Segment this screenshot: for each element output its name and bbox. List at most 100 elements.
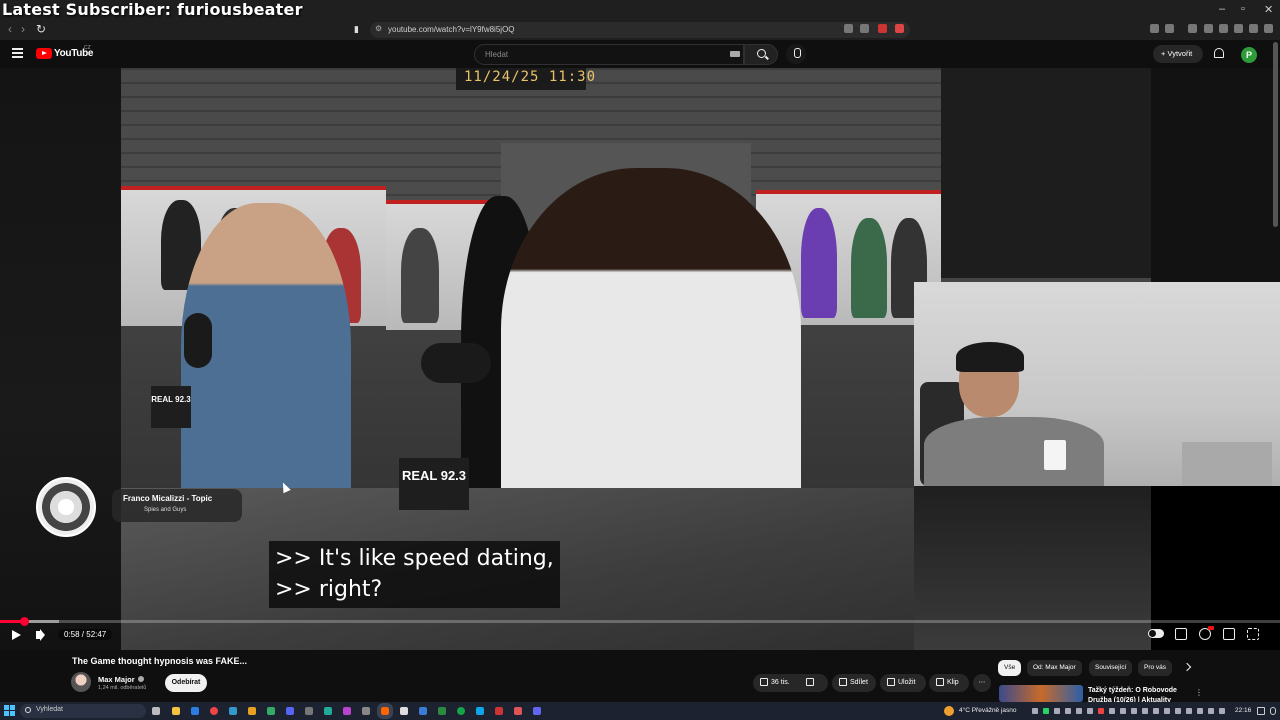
tray-icon[interactable]: [1076, 708, 1082, 714]
chip-from-channel[interactable]: Od: Max Major: [1027, 660, 1082, 676]
tray-icon[interactable]: [1054, 708, 1060, 714]
thumbs-down-icon[interactable]: [805, 677, 814, 686]
battery-icon[interactable]: [1208, 708, 1214, 714]
app-icon[interactable]: [495, 707, 503, 715]
like-count[interactable]: 36 tis.: [771, 679, 790, 686]
share-page-icon[interactable]: [860, 24, 869, 33]
app-icon[interactable]: [267, 707, 275, 715]
notifications-bell-icon[interactable]: [1214, 48, 1224, 58]
discord-icon[interactable]: [286, 707, 294, 715]
extension-alert-icon[interactable]: [895, 24, 904, 33]
recommendation-menu-icon[interactable]: ⋮: [1195, 688, 1203, 697]
whatsapp-icon[interactable]: [1043, 708, 1049, 714]
tray-icon[interactable]: [1065, 708, 1071, 714]
recommendation-thumbnail[interactable]: [999, 685, 1083, 702]
system-clock[interactable]: 22:16: [1235, 707, 1251, 714]
tray-icon[interactable]: [1164, 708, 1170, 714]
extension-brave-icon[interactable]: [878, 24, 887, 33]
fullscreen-icon[interactable]: [1247, 628, 1259, 640]
brave-browser-icon[interactable]: [377, 703, 393, 719]
bookmark-icon[interactable]: ▮: [354, 24, 359, 35]
vpn-icon[interactable]: [1234, 24, 1243, 33]
search-input[interactable]: Hledat: [474, 44, 744, 65]
taskbar-search-input[interactable]: Vyhledat: [20, 704, 146, 718]
shield-icon[interactable]: [1249, 24, 1258, 33]
app-icon[interactable]: [419, 707, 427, 715]
search-button[interactable]: [744, 44, 778, 65]
app-icon[interactable]: [438, 707, 446, 715]
app-icon[interactable]: [362, 707, 370, 715]
channel-avatar[interactable]: [71, 672, 91, 692]
keyboard-icon[interactable]: [730, 51, 740, 57]
hamburger-menu-icon[interactable]: [12, 48, 23, 60]
app-icon[interactable]: [514, 707, 522, 715]
reload-icon[interactable]: ↻: [36, 22, 46, 36]
clip-button[interactable]: Klip: [929, 674, 969, 692]
share-button[interactable]: Sdílet: [832, 674, 876, 692]
menu-icon[interactable]: [1264, 24, 1273, 33]
extension-puzzle-icon[interactable]: [1150, 24, 1159, 33]
app-icon[interactable]: [191, 707, 199, 715]
subscribe-button[interactable]: Odebírat: [165, 674, 207, 692]
site-info-icon[interactable]: ⚙: [375, 24, 382, 33]
app-icon[interactable]: [533, 707, 541, 715]
tray-icon[interactable]: [1219, 708, 1225, 714]
page-scrollbar[interactable]: [1273, 42, 1278, 227]
notification-center-icon[interactable]: [1257, 707, 1265, 715]
tray-icon[interactable]: [1153, 708, 1159, 714]
chrome-icon[interactable]: [210, 707, 218, 715]
tray-icon[interactable]: [1109, 708, 1115, 714]
thumbs-up-icon[interactable]: [760, 677, 768, 686]
youtube-logo-icon[interactable]: [36, 48, 52, 59]
theater-mode-icon[interactable]: [1223, 628, 1235, 640]
network-icon[interactable]: [1186, 708, 1192, 714]
autoplay-toggle[interactable]: [1148, 629, 1164, 638]
save-button[interactable]: Uložit: [880, 674, 926, 692]
media-icon[interactable]: [1188, 24, 1197, 33]
spotify-icon[interactable]: [457, 707, 465, 715]
tray-icon[interactable]: [1175, 708, 1181, 714]
app-icon[interactable]: [400, 707, 408, 715]
chip-for-you[interactable]: Pro vás: [1138, 660, 1173, 676]
weather-icon[interactable]: [944, 706, 954, 716]
weather-text[interactable]: 4°C Převážně jasno: [959, 707, 1017, 714]
volume-tray-icon[interactable]: [1197, 708, 1203, 714]
subtitles-icon[interactable]: [1175, 628, 1187, 640]
play-icon[interactable]: [12, 630, 21, 640]
tray-icon[interactable]: [1098, 708, 1104, 714]
create-button[interactable]: + Vytvořit: [1153, 45, 1203, 63]
sidebar-icon[interactable]: [1165, 24, 1174, 33]
url-field[interactable]: youtube.com/watch?v=lY9fw8i5jOQ: [370, 22, 910, 38]
account-avatar[interactable]: P: [1241, 47, 1257, 63]
task-view-icon[interactable]: [152, 707, 160, 715]
windows-start-icon[interactable]: [4, 705, 15, 716]
maximize-button[interactable]: ▫: [1241, 3, 1245, 15]
progress-scrubber[interactable]: [19, 617, 29, 626]
extension-icon[interactable]: [844, 24, 853, 33]
minimize-button[interactable]: –: [1219, 3, 1225, 15]
more-actions-button[interactable]: ⋯: [973, 674, 991, 692]
app-icon[interactable]: [324, 707, 332, 715]
tray-icon[interactable]: [1120, 708, 1126, 714]
wallet-icon[interactable]: [1219, 24, 1228, 33]
back-icon[interactable]: ‹: [8, 22, 12, 36]
tray-icon[interactable]: [1087, 708, 1093, 714]
app-icon[interactable]: [476, 707, 484, 715]
chip-all[interactable]: Vše: [998, 660, 1022, 676]
app-icon[interactable]: [305, 707, 313, 715]
file-explorer-icon[interactable]: [172, 707, 180, 715]
app-icon[interactable]: [229, 707, 237, 715]
chevron-right-icon[interactable]: [1182, 662, 1192, 672]
tray-icon[interactable]: [1142, 708, 1148, 714]
reading-list-icon[interactable]: [1204, 24, 1213, 33]
channel-name[interactable]: Max Major: [98, 675, 135, 684]
progress-bar[interactable]: [0, 620, 1280, 623]
forward-icon[interactable]: ›: [21, 22, 25, 36]
close-button[interactable]: ✕: [1264, 3, 1273, 16]
app-icon[interactable]: [343, 707, 351, 715]
tray-icon[interactable]: [1032, 708, 1038, 714]
volume-icon[interactable]: [36, 631, 41, 639]
voice-search-icon[interactable]: [786, 44, 806, 64]
show-desktop-icon[interactable]: [1270, 707, 1276, 715]
video-player[interactable]: 11/24/25 11:30 REAL 92.3 REAL 92.3 >> It…: [0, 68, 1280, 650]
